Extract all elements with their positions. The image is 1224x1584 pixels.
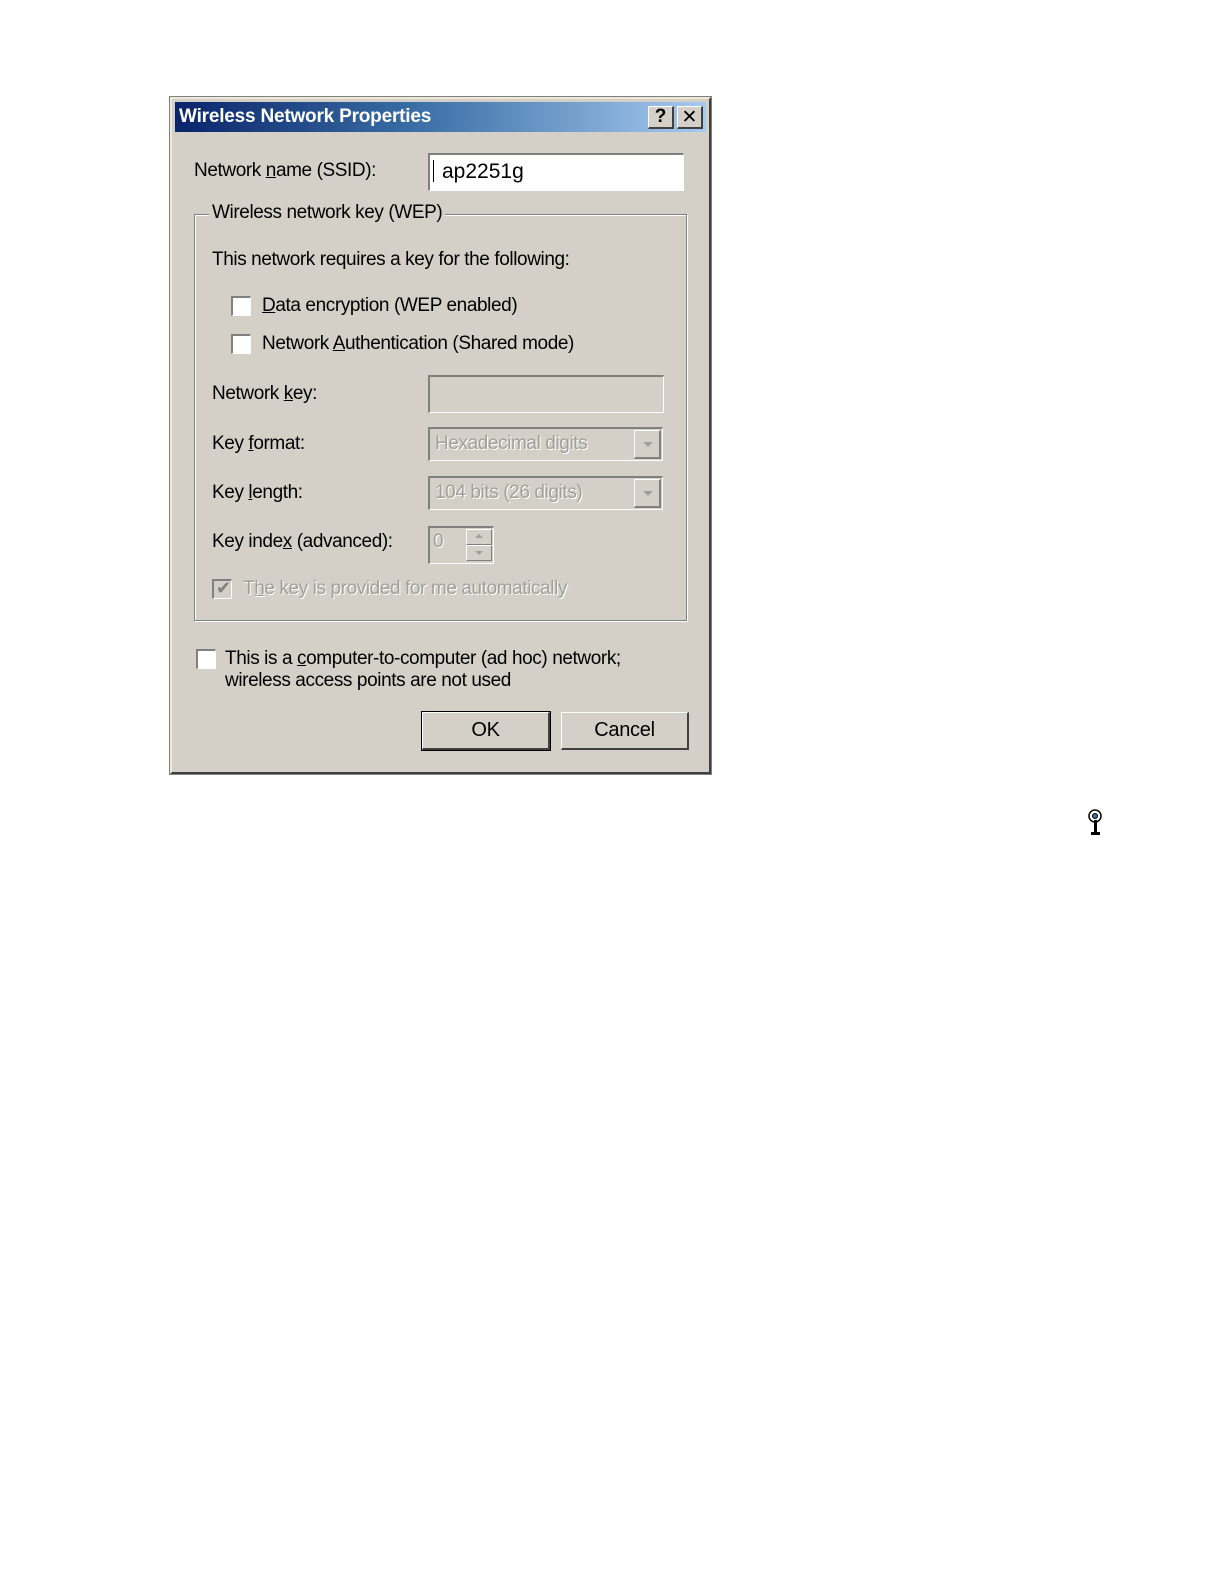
chevron-down-icon [643,491,653,496]
data-encryption-checkbox[interactable] [231,296,251,316]
wep-group-legend: Wireless network key (WEP) [209,202,446,224]
auto-key-checkbox[interactable]: ✔ [212,578,232,599]
ok-button[interactable]: OK [421,711,551,751]
key-length-value: 104 bits (26 digits) [435,482,583,503]
key-index-up-button[interactable] [466,529,492,545]
adhoc-network-label-line2: wireless access points are not used [225,670,511,691]
close-icon: ✕ [681,106,698,128]
key-index-down-button[interactable] [466,545,492,561]
checkmark-icon: ✔ [216,578,232,598]
wep-groupbox: Wireless network key (WEP) This network … [194,202,687,621]
chevron-up-icon [475,534,483,538]
ssid-input[interactable]: ap2251g [428,153,684,191]
auto-key-label[interactable]: The key is provided for me automatically [243,578,567,600]
key-length-select[interactable]: 104 bits (26 digits) [428,476,663,510]
key-length-dropdown-button[interactable] [634,479,661,508]
chevron-down-icon [475,551,483,555]
adhoc-network-checkbox[interactable] [196,649,216,669]
help-button[interactable]: ? [648,106,674,129]
key-length-label: Key length: [212,482,303,503]
key-requirement-text: This network requires a key for the foll… [212,249,570,270]
ssid-value: ap2251g [442,160,524,183]
network-authentication-label[interactable]: Network Authentication (Shared mode) [262,333,574,355]
key-index-value: 0 [433,531,444,552]
cancel-button[interactable]: Cancel [561,712,689,750]
key-index-label: Key index (advanced): [212,531,393,552]
key-index-spinner[interactable]: 0 [428,526,494,564]
window-title: Wireless Network Properties [179,106,432,127]
ssid-label: Network name (SSID): [194,160,377,181]
wireless-network-properties-dialog: Wireless Network Properties ? ✕ Network … [169,96,712,775]
key-format-label: Key format: [212,433,305,454]
data-encryption-label[interactable]: Data encryption (WEP enabled) [262,295,518,317]
chevron-down-icon [643,442,653,447]
network-key-input[interactable] [428,375,664,413]
key-format-value: Hexadecimal digits [435,433,588,454]
text-caret [433,160,434,182]
close-button[interactable]: ✕ [677,106,703,129]
help-icon: ? [654,106,667,127]
network-key-label: Network key: [212,383,318,404]
network-authentication-checkbox[interactable] [231,334,251,354]
key-format-select[interactable]: Hexadecimal digits [428,427,663,461]
adhoc-network-label[interactable]: This is a computer-to-computer (ad hoc) … [225,648,621,670]
key-format-dropdown-button[interactable] [634,430,661,459]
wireless-antenna-icon [1088,809,1102,835]
title-bar[interactable]: Wireless Network Properties ? ✕ [175,102,706,132]
